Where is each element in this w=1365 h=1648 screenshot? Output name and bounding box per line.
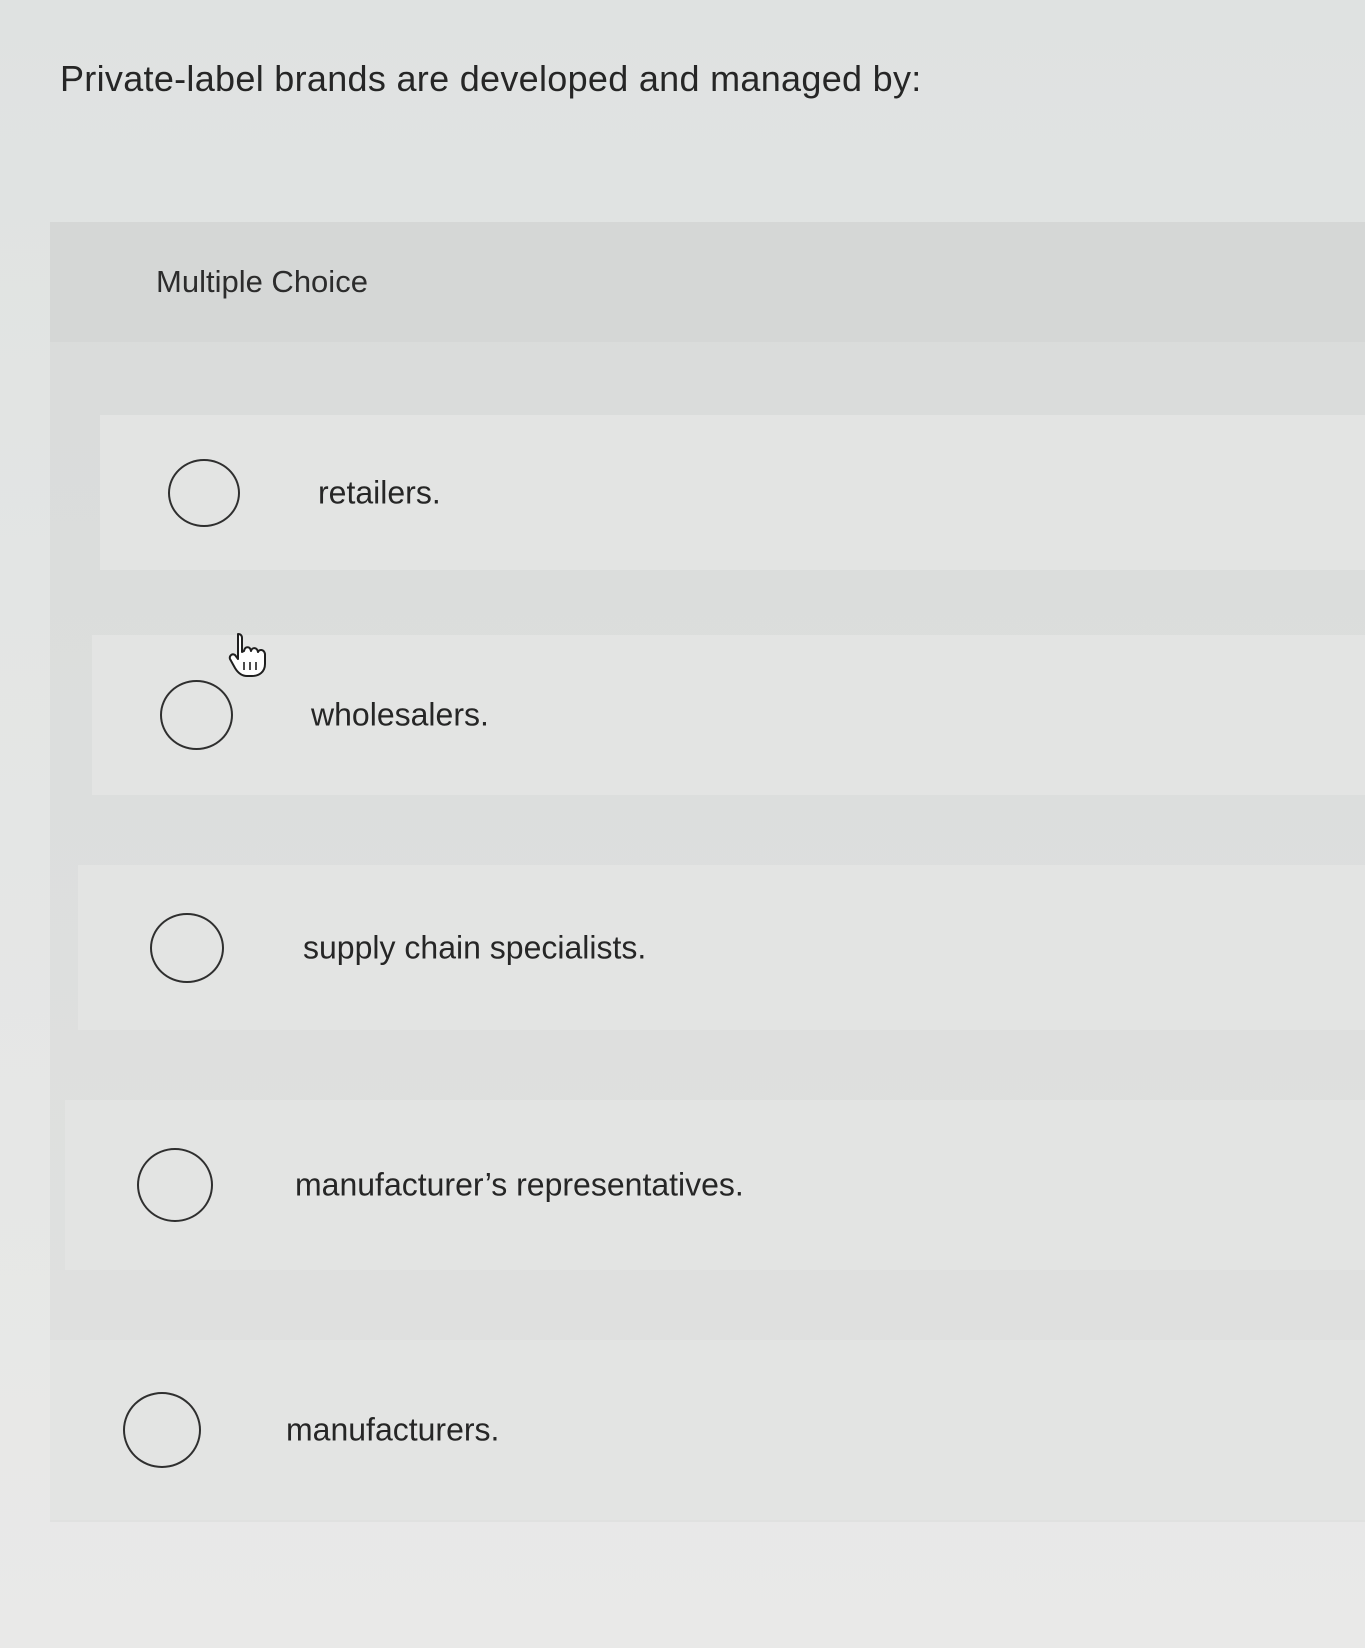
radio-unchecked-icon[interactable] (150, 912, 224, 983)
option-label: supply chain specialists. (303, 929, 647, 965)
pointer-hand-icon (228, 633, 266, 677)
radio-unchecked-icon[interactable] (168, 458, 240, 527)
option-label: manufacturer’s representatives. (295, 1166, 744, 1203)
option-row-wholesalers[interactable]: wholesalers. (92, 635, 1365, 795)
question-text: Private-label brands are developed and m… (60, 58, 922, 99)
option-row-manufacturers[interactable]: manufacturers. (50, 1340, 1365, 1520)
option-label: manufacturers. (286, 1411, 500, 1448)
option-row-retailers[interactable]: retailers. (100, 415, 1365, 570)
option-row-manufacturers-representatives[interactable]: manufacturer’s representatives. (65, 1100, 1365, 1270)
option-label: wholesalers. (311, 696, 489, 733)
option-row-supply-chain-specialists[interactable]: supply chain specialists. (78, 865, 1365, 1030)
radio-unchecked-icon[interactable] (137, 1148, 213, 1222)
panel-label: Multiple Choice (156, 264, 368, 299)
panel-header: Multiple Choice (50, 222, 1365, 342)
option-label: retailers. (318, 474, 441, 510)
radio-unchecked-icon[interactable] (123, 1392, 201, 1468)
radio-unchecked-icon[interactable] (160, 680, 233, 750)
